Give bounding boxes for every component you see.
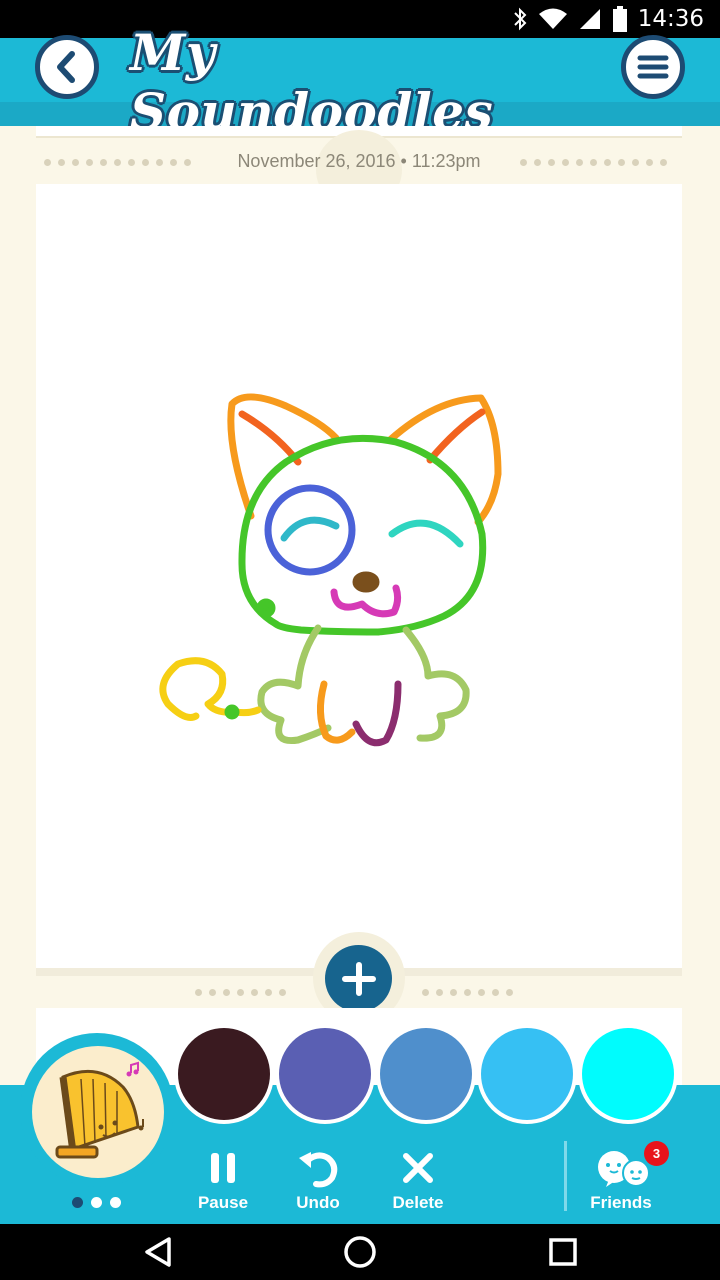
nav-back-button[interactable] (113, 1224, 203, 1280)
dots-add-right (422, 989, 513, 996)
friends-badge: 3 (644, 1141, 669, 1166)
undo-label: Undo (296, 1193, 340, 1212)
pause-label: Pause (197, 1193, 249, 1212)
pause-button[interactable]: Pause (178, 1147, 268, 1217)
cat-doodle (159, 393, 502, 747)
status-time: 14:36 (637, 6, 704, 32)
page-dot-2[interactable] (91, 1197, 102, 1208)
delete-label: Delete (392, 1193, 444, 1212)
instrument-page-dots (72, 1197, 121, 1208)
color-swatch-5[interactable] (582, 1028, 674, 1120)
dots-right (520, 159, 667, 166)
chevron-left-icon (57, 51, 75, 83)
menu-button[interactable] (621, 35, 685, 99)
color-swatch-4[interactable] (481, 1028, 573, 1120)
friends-label: Friends (590, 1193, 652, 1212)
page-dot-3[interactable] (110, 1197, 121, 1208)
undo-button[interactable]: Undo (273, 1147, 363, 1217)
instrument-selector[interactable] (32, 1046, 164, 1178)
triangle-back-icon (145, 1237, 171, 1267)
close-icon (403, 1153, 433, 1183)
delete-button[interactable]: Delete (373, 1147, 463, 1217)
doodle-canvas[interactable] (36, 184, 682, 968)
page-dot-1[interactable] (72, 1197, 83, 1208)
circle-home-icon (344, 1236, 376, 1268)
color-swatch-2[interactable] (279, 1028, 371, 1120)
system-nav-bar (0, 1224, 720, 1280)
nav-home-button[interactable] (315, 1224, 405, 1280)
date-row: November 26, 2016 • 11:23pm (36, 144, 682, 180)
undo-icon (299, 1152, 338, 1188)
add-doodle-button[interactable] (325, 945, 392, 1012)
plus-icon (341, 961, 376, 996)
dots-add-left (195, 989, 286, 996)
back-button[interactable] (35, 35, 99, 99)
battery-icon (612, 6, 627, 32)
color-swatch-3[interactable] (380, 1028, 472, 1120)
page-title: My Soundoodles (130, 23, 494, 141)
toolbar-divider (564, 1141, 567, 1211)
square-recents-icon (549, 1238, 577, 1266)
color-swatch-1[interactable] (178, 1028, 270, 1120)
app-header: My Soundoodles (0, 23, 720, 141)
pause-icon (211, 1153, 235, 1183)
harp-icon (55, 1061, 144, 1159)
nav-recents-button[interactable] (518, 1224, 608, 1280)
hamburger-menu-icon (637, 55, 669, 79)
